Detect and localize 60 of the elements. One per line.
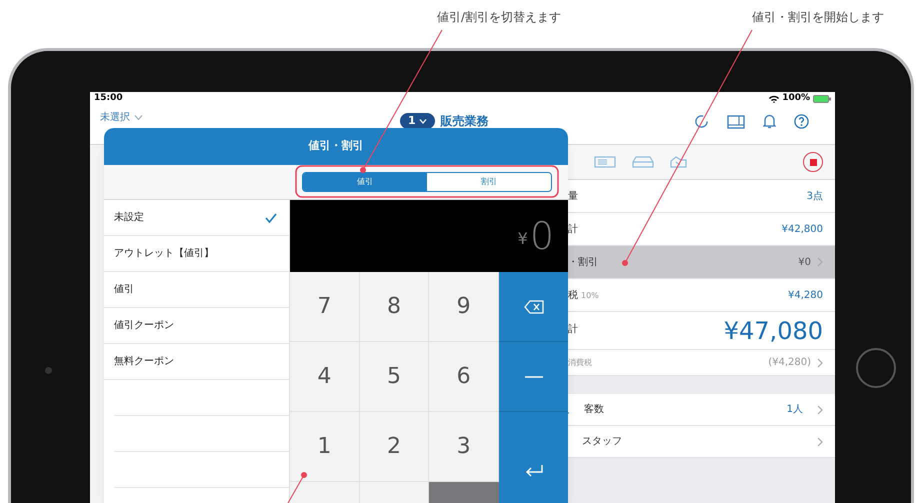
callout-line (288, 472, 307, 503)
row-label: 税 (568, 288, 578, 302)
row-value: ¥42,800 (782, 222, 823, 236)
row-value: ¥47,080 (724, 316, 823, 346)
amount-display: ¥0 (290, 200, 568, 272)
keypad-key[interactable]: 5 (360, 342, 430, 412)
keypad-key[interactable]: 9 (429, 272, 499, 342)
row-label: 客数 (584, 402, 605, 417)
keypad-key[interactable]: 7 (290, 272, 360, 342)
keypad-key[interactable]: 3 (429, 412, 499, 482)
hand-icon[interactable] (670, 156, 688, 168)
battery-percent: 100% (782, 92, 810, 106)
annotation-text: 値引/割引を切替えます (437, 9, 562, 26)
chevron-icon (817, 358, 823, 368)
row-label: 消費税 (568, 356, 592, 368)
discount-type-item[interactable]: 無料クーポン (104, 344, 289, 380)
modal-title: 値引・割引 (308, 138, 364, 154)
row-value: 3点 (806, 190, 823, 204)
backspace-icon[interactable] (524, 300, 544, 314)
row-label: ・割引 (568, 256, 598, 270)
minus-icon[interactable] (524, 376, 542, 378)
refresh-icon[interactable] (694, 114, 709, 129)
row-value: 1人 (786, 403, 803, 417)
row-label: 計 (568, 222, 578, 236)
chevron-down-icon (418, 118, 427, 124)
annotation-text: 値引・割引を開始します (752, 9, 884, 26)
battery-icon (813, 95, 831, 103)
return-icon[interactable] (524, 464, 542, 478)
stop-button[interactable] (803, 152, 823, 172)
keypad-key[interactable]: 2 (360, 412, 430, 482)
row-label: 量 (568, 190, 578, 204)
discount-type-item[interactable]: 未設定 (104, 200, 289, 236)
status-time: 15:00 (94, 92, 123, 106)
row-value: ¥0 (798, 256, 811, 270)
discount-type-item[interactable]: 値引 (104, 272, 289, 308)
row-label: 計 (568, 322, 578, 337)
discount-type-item[interactable]: 値引クーポン (104, 308, 289, 344)
chevron-icon (817, 404, 823, 414)
nav-title: 販売業務 (440, 113, 489, 130)
discount-type-item[interactable]: アウトレット【値引】 (104, 236, 289, 272)
row-value: ¥4,280 (788, 288, 823, 302)
register-badge[interactable]: 1 (400, 113, 435, 129)
home-button[interactable] (856, 348, 896, 388)
register-icon[interactable] (727, 114, 745, 128)
row-label: スタッフ (582, 435, 623, 449)
chevron-icon (817, 436, 823, 446)
segment-tab[interactable]: 値引 (303, 173, 427, 191)
segment-tab[interactable]: 割引 (427, 173, 551, 191)
keypad-key[interactable]: 4 (290, 342, 360, 412)
row-value: (¥4,280) (768, 356, 811, 370)
keypad-key[interactable]: 8 (360, 272, 430, 342)
keypad-key[interactable]: 1 (290, 412, 360, 482)
chevron-down-icon (134, 114, 143, 120)
help-icon[interactable] (794, 114, 809, 129)
tax-rate: 10% (581, 290, 599, 302)
bell-icon[interactable] (763, 114, 776, 129)
chevron-icon (817, 257, 823, 267)
keypad-key[interactable]: 6 (429, 342, 499, 412)
unselected-dropdown[interactable]: 未選択 (100, 110, 143, 124)
wifi-icon (769, 95, 780, 103)
